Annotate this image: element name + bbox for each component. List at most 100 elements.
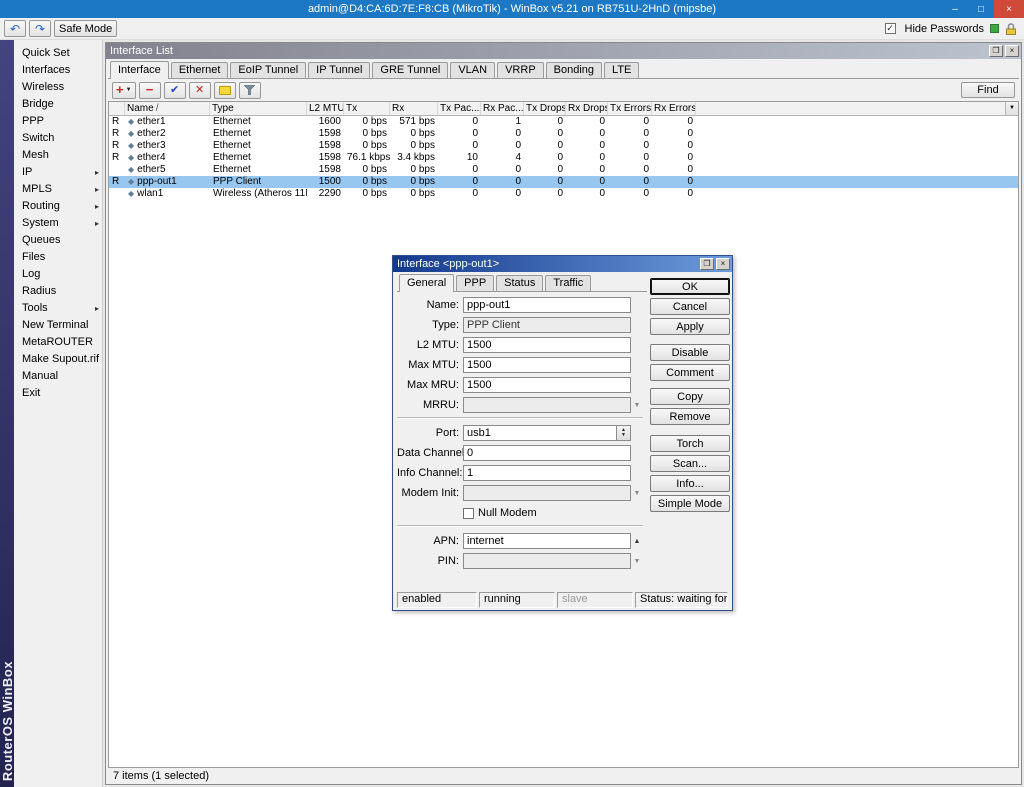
sidebar-item-metarouter[interactable]: MetaROUTER bbox=[14, 334, 102, 351]
copy-button[interactable]: Copy bbox=[650, 388, 730, 405]
sidebar-item-quick-set[interactable]: Quick Set bbox=[14, 45, 102, 62]
minimize-button[interactable]: – bbox=[942, 0, 968, 18]
cell-rx: 571 bps bbox=[390, 116, 438, 128]
table-row-ether1[interactable]: R◆ether1Ethernet16000 bps571 bps010000 bbox=[109, 116, 1018, 128]
column-header-rx[interactable]: Rx bbox=[390, 102, 438, 115]
sidebar-item-files[interactable]: Files bbox=[14, 249, 102, 266]
tab-eoip-tunnel[interactable]: EoIP Tunnel bbox=[230, 62, 306, 78]
table-row-wlan1[interactable]: ◆wlan1Wireless (Atheros 11N)22900 bps0 b… bbox=[109, 188, 1018, 200]
tab-interface[interactable]: Interface bbox=[110, 61, 169, 79]
column-header-name[interactable]: Name/ bbox=[125, 102, 210, 115]
sidebar-item-routing[interactable]: Routing▸ bbox=[14, 198, 102, 215]
sidebar-item-exit[interactable]: Exit bbox=[14, 385, 102, 402]
sidebar-item-label: Quick Set bbox=[22, 45, 70, 62]
tab-vrrp[interactable]: VRRP bbox=[497, 62, 544, 78]
cell-rxp: 0 bbox=[481, 188, 524, 200]
column-header-txe[interactable]: Tx Errors bbox=[608, 102, 652, 115]
tab-ip-tunnel[interactable]: IP Tunnel bbox=[308, 62, 370, 78]
sidebar-item-log[interactable]: Log bbox=[14, 266, 102, 283]
column-header-txd[interactable]: Tx Drops bbox=[524, 102, 566, 115]
hide-passwords-checkbox[interactable]: ✓ bbox=[885, 23, 896, 34]
l2mtu-input[interactable] bbox=[463, 337, 631, 353]
tab-bonding[interactable]: Bonding bbox=[546, 62, 602, 78]
remove-button[interactable]: Remove bbox=[650, 408, 730, 425]
sidebar-item-system[interactable]: System▸ bbox=[14, 215, 102, 232]
null-modem-checkbox[interactable] bbox=[463, 508, 474, 519]
column-header-tx[interactable]: Tx bbox=[344, 102, 390, 115]
sidebar-item-mpls[interactable]: MPLS▸ bbox=[14, 181, 102, 198]
table-row-ppp-out1[interactable]: R◆ppp-out1PPP Client15000 bps0 bps000000 bbox=[109, 176, 1018, 188]
comment-button[interactable]: Comment bbox=[650, 364, 730, 381]
data-channel-input[interactable] bbox=[463, 445, 631, 461]
maxmtu-input[interactable] bbox=[463, 357, 631, 373]
info-button[interactable]: Info... bbox=[650, 475, 730, 492]
maxmru-input[interactable] bbox=[463, 377, 631, 393]
tab-vlan[interactable]: VLAN bbox=[450, 62, 495, 78]
form-separator bbox=[397, 525, 643, 527]
apply-button[interactable]: Apply bbox=[650, 318, 730, 335]
table-row-ether3[interactable]: R◆ether3Ethernet15980 bps0 bps000000 bbox=[109, 140, 1018, 152]
column-header-txp[interactable]: Tx Pac... bbox=[438, 102, 481, 115]
column-chooser-button[interactable]: ▼ bbox=[1005, 102, 1018, 116]
info-channel-input[interactable] bbox=[463, 465, 631, 481]
sidebar-item-bridge[interactable]: Bridge bbox=[14, 96, 102, 113]
disable-button[interactable]: ✕ bbox=[189, 82, 211, 99]
sidebar-item-ip[interactable]: IP▸ bbox=[14, 164, 102, 181]
tab-gre-tunnel[interactable]: GRE Tunnel bbox=[372, 62, 448, 78]
table-row-ether5[interactable]: ◆ether5Ethernet15980 bps0 bps000000 bbox=[109, 164, 1018, 176]
simple-mode-button[interactable]: Simple Mode bbox=[650, 495, 730, 512]
column-header-rxp[interactable]: Rx Pac... bbox=[481, 102, 524, 115]
column-header-rxe[interactable]: Rx Errors bbox=[652, 102, 696, 115]
maximize-button[interactable]: □ bbox=[968, 0, 994, 18]
name-input[interactable] bbox=[463, 297, 631, 313]
restore-icon[interactable]: ❐ bbox=[989, 45, 1003, 57]
close-icon[interactable]: × bbox=[1005, 45, 1019, 57]
sidebar-item-queues[interactable]: Queues bbox=[14, 232, 102, 249]
redo-button[interactable]: ↷ bbox=[29, 20, 51, 37]
cancel-button[interactable]: Cancel bbox=[650, 298, 730, 315]
enable-button[interactable]: ✔ bbox=[164, 82, 186, 99]
table-row-ether2[interactable]: R◆ether2Ethernet15980 bps0 bps000000 bbox=[109, 128, 1018, 140]
tab-ethernet[interactable]: Ethernet bbox=[171, 62, 229, 78]
dialog-tab-status[interactable]: Status bbox=[496, 275, 543, 291]
column-header-flag[interactable] bbox=[109, 102, 125, 115]
disable-button[interactable]: Disable bbox=[650, 344, 730, 361]
sidebar-item-switch[interactable]: Switch bbox=[14, 130, 102, 147]
sidebar-item-wireless[interactable]: Wireless bbox=[14, 79, 102, 96]
port-input[interactable] bbox=[463, 425, 617, 441]
remove-button[interactable]: − bbox=[139, 82, 161, 99]
sidebar-item-manual[interactable]: Manual bbox=[14, 368, 102, 385]
name-row: Name: bbox=[397, 297, 647, 313]
sidebar-item-ppp[interactable]: PPP bbox=[14, 113, 102, 130]
dialog-tab-ppp[interactable]: PPP bbox=[456, 275, 494, 291]
safe-mode-button[interactable]: Safe Mode bbox=[54, 20, 117, 37]
sidebar-item-mesh[interactable]: Mesh bbox=[14, 147, 102, 164]
dialog-tab-traffic[interactable]: Traffic bbox=[545, 275, 591, 291]
scan-button[interactable]: Scan... bbox=[650, 455, 730, 472]
table-row-ether4[interactable]: R◆ether4Ethernet159876.1 kbps3.4 kbps104… bbox=[109, 152, 1018, 164]
column-header-type[interactable]: Type bbox=[210, 102, 307, 115]
dialog-close-icon[interactable]: × bbox=[716, 258, 730, 270]
column-header-rxd[interactable]: Rx Drops bbox=[566, 102, 608, 115]
sidebar-item-make-supout-rif[interactable]: Make Supout.rif bbox=[14, 351, 102, 368]
find-button[interactable]: Find bbox=[961, 82, 1015, 98]
ok-button[interactable]: OK bbox=[650, 278, 730, 295]
comment-button[interactable] bbox=[214, 82, 236, 99]
filter-button[interactable] bbox=[239, 82, 261, 99]
interface-name: wlan1 bbox=[137, 188, 163, 199]
add-button[interactable]: + ▼ bbox=[112, 82, 136, 99]
apn-collapse-icon[interactable]: ▲ bbox=[631, 538, 643, 545]
undo-button[interactable]: ↶ bbox=[4, 20, 26, 37]
close-button[interactable]: × bbox=[994, 0, 1024, 18]
sidebar-item-radius[interactable]: Radius bbox=[14, 283, 102, 300]
sidebar-item-interfaces[interactable]: Interfaces bbox=[14, 62, 102, 79]
column-header-l2mtu[interactable]: L2 MTU bbox=[307, 102, 344, 115]
apn-input[interactable] bbox=[463, 533, 631, 549]
dialog-tab-general[interactable]: General bbox=[399, 274, 454, 292]
torch-button[interactable]: Torch bbox=[650, 435, 730, 452]
port-spinner[interactable]: ▲ ▼ bbox=[617, 425, 631, 441]
sidebar-item-tools[interactable]: Tools▸ bbox=[14, 300, 102, 317]
dialog-restore-icon[interactable]: ❐ bbox=[700, 258, 714, 270]
sidebar-item-new-terminal[interactable]: New Terminal bbox=[14, 317, 102, 334]
tab-lte[interactable]: LTE bbox=[604, 62, 639, 78]
